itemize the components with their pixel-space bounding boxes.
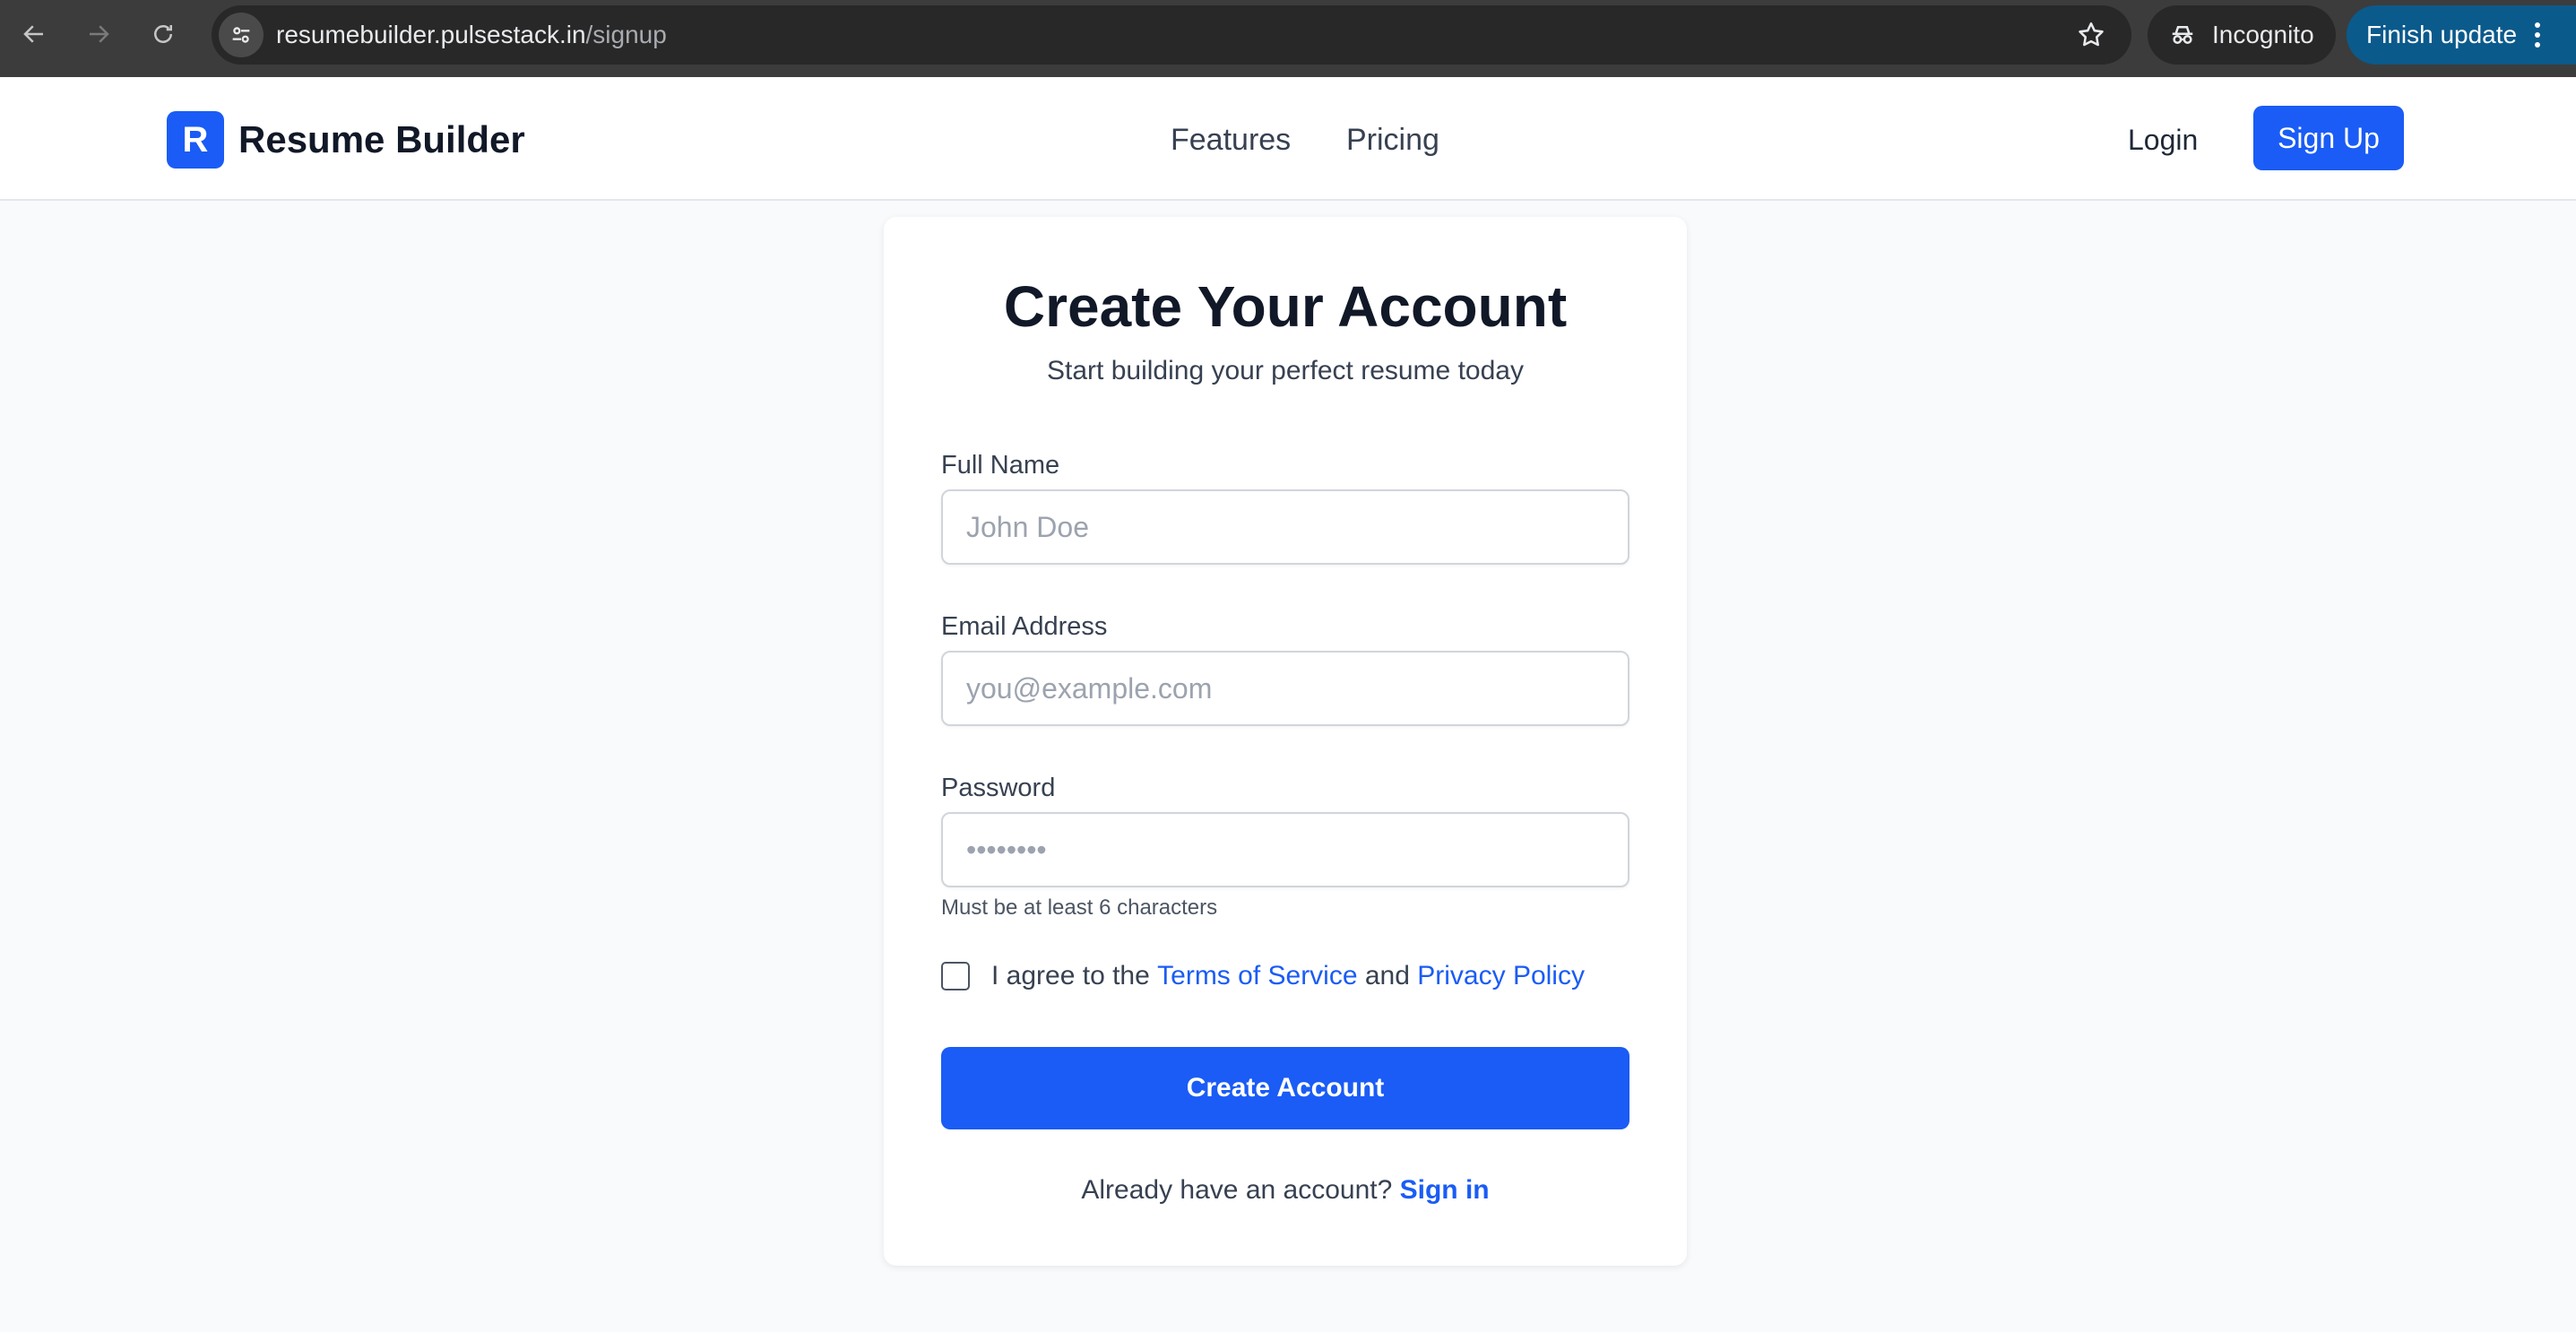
arrow-right-icon bbox=[90, 25, 109, 43]
password-input[interactable] bbox=[941, 812, 1629, 887]
forward-button[interactable] bbox=[81, 16, 117, 52]
signup-card: Create Your Account Start building your … bbox=[884, 217, 1687, 1266]
logo-icon[interactable]: R bbox=[167, 111, 224, 169]
sign-in-link[interactable]: Sign in bbox=[1400, 1175, 1490, 1205]
page-title: Create Your Account bbox=[1003, 274, 1568, 339]
signin-prompt: Already have an account? Sign in bbox=[884, 1172, 1687, 1208]
address-bar[interactable]: resumebuilder.pulsestack.in/signup bbox=[212, 5, 2131, 65]
terms-agreement: I agree to the Terms of Service and Priv… bbox=[941, 954, 1585, 999]
nav-features[interactable]: Features bbox=[1171, 113, 1291, 167]
password-hint: Must be at least 6 characters bbox=[941, 895, 1218, 920]
incognito-icon bbox=[2172, 26, 2193, 44]
agree-prefix: I agree to the bbox=[991, 961, 1158, 990]
brand-name[interactable]: Resume Builder bbox=[238, 113, 525, 167]
page-subtitle: Start building your perfect resume today bbox=[1047, 356, 1524, 385]
url-path: /signup bbox=[585, 21, 667, 48]
reload-icon bbox=[154, 25, 172, 43]
arrow-left-icon bbox=[23, 25, 43, 43]
terms-of-service-link[interactable]: Terms of Service bbox=[1157, 961, 1357, 991]
email-label: Email Address bbox=[941, 612, 1108, 641]
full-name-input[interactable] bbox=[941, 489, 1629, 565]
email-input[interactable] bbox=[941, 651, 1629, 726]
url-host: resumebuilder.pulsestack.in bbox=[276, 21, 586, 48]
full-name-label: Full Name bbox=[941, 451, 1060, 480]
terms-checkbox[interactable] bbox=[941, 962, 970, 990]
url-text: resumebuilder.pulsestack.in/signup bbox=[276, 5, 667, 65]
bookmark-star-icon[interactable] bbox=[2076, 20, 2106, 50]
incognito-label: Incognito bbox=[2212, 21, 2314, 48]
more-menu-icon bbox=[2535, 22, 2541, 48]
nav-pricing[interactable]: Pricing bbox=[1346, 113, 1439, 167]
browser-toolbar: resumebuilder.pulsestack.in/signup Incog… bbox=[0, 0, 2576, 77]
incognito-badge[interactable]: Incognito bbox=[2148, 5, 2336, 65]
reload-button[interactable] bbox=[145, 16, 181, 52]
finish-update-label: Finish update bbox=[2366, 21, 2518, 48]
signup-button[interactable]: Sign Up bbox=[2253, 106, 2404, 170]
agree-middle: and bbox=[1357, 961, 1418, 990]
back-button[interactable] bbox=[16, 16, 52, 52]
password-label: Password bbox=[941, 774, 1056, 802]
login-link[interactable]: Login bbox=[2128, 113, 2198, 167]
privacy-policy-link[interactable]: Privacy Policy bbox=[1417, 961, 1585, 991]
signin-prompt-text: Already have an account? bbox=[1081, 1175, 1400, 1205]
site-settings-icon[interactable] bbox=[219, 13, 264, 57]
finish-update-button[interactable]: Finish update bbox=[2347, 5, 2576, 65]
site-header: R Resume Builder Features Pricing Login … bbox=[0, 77, 2576, 201]
create-account-button[interactable]: Create Account bbox=[941, 1047, 1629, 1129]
